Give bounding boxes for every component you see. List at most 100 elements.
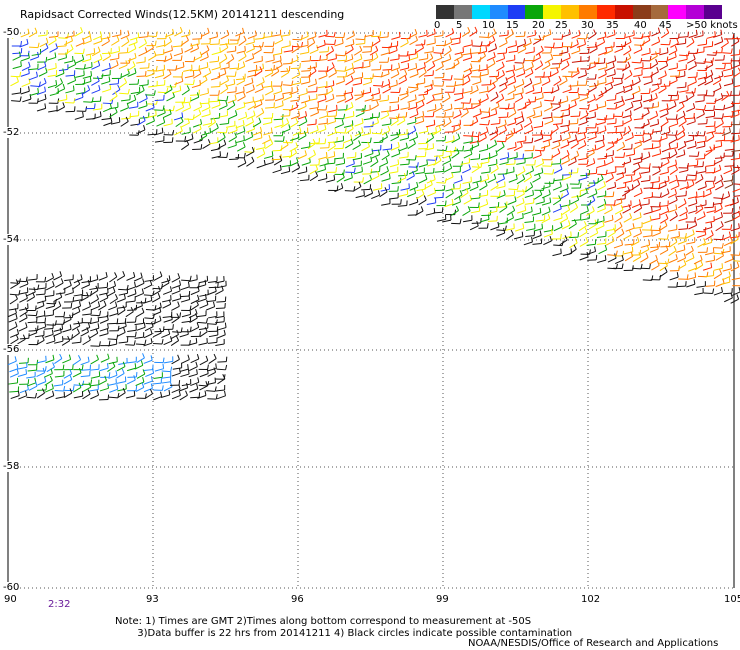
wind-barb [18, 322, 28, 332]
wind-barb [335, 76, 345, 85]
wind-barb [712, 47, 723, 54]
wind-barb [651, 36, 661, 46]
wind-barb [184, 70, 195, 79]
wind-barb [309, 159, 320, 166]
wind-barb [569, 179, 581, 185]
wind-barb [352, 140, 361, 151]
wind-barb [145, 305, 157, 311]
wind-barb [598, 69, 607, 79]
wind-barb [265, 55, 275, 63]
wind-barb [55, 391, 65, 399]
wind-barb [52, 327, 62, 337]
wind-barb [54, 353, 63, 365]
wind-barb [156, 107, 166, 117]
wind-barb [561, 52, 571, 62]
wind-barb [343, 134, 353, 144]
wind-barb [733, 183, 740, 185]
wind-barb [676, 149, 686, 158]
wind-barb [713, 234, 724, 241]
wind-barb [724, 198, 734, 207]
wind-barb [532, 101, 542, 110]
wind-barb [9, 363, 19, 373]
wind-barb [661, 143, 671, 153]
wind-barb [371, 31, 382, 38]
wind-barb [364, 148, 374, 158]
wind-barb [416, 62, 426, 71]
wind-barb [11, 96, 22, 102]
wind-barb [650, 201, 661, 208]
wind-barb [688, 198, 698, 207]
wind-barb [100, 340, 111, 347]
wind-barb [642, 71, 653, 78]
wind-barb [705, 167, 716, 174]
wind-barb [228, 132, 238, 143]
wind-barb [90, 341, 101, 347]
wind-barb [74, 27, 83, 37]
wind-barb [362, 156, 373, 165]
wind-barb [523, 137, 534, 144]
wind-barb [154, 49, 165, 56]
wind-barb [301, 95, 311, 104]
wind-barb [45, 281, 55, 291]
wind-barb [508, 152, 518, 160]
wind-barb [668, 148, 678, 159]
wind-barb [605, 173, 614, 183]
wind-barb [45, 272, 55, 283]
wind-barb [704, 247, 715, 256]
wind-barb [516, 174, 526, 185]
wind-barb [389, 192, 399, 200]
wind-barb [586, 41, 597, 49]
wind-barb [20, 68, 30, 77]
wind-barb [445, 183, 455, 192]
wind-barb [507, 85, 517, 95]
wind-barb [697, 238, 706, 248]
wind-barb [379, 158, 389, 168]
wind-barb [433, 81, 445, 87]
wind-barb [667, 100, 677, 111]
longitude-tick-label: 96 [291, 594, 304, 605]
wind-barb [63, 388, 73, 399]
wind-barb [208, 353, 217, 365]
wind-barb [697, 65, 708, 71]
wind-barb [643, 182, 654, 189]
wind-barb [490, 221, 500, 231]
wind-barb [418, 29, 428, 38]
wind-barb [597, 169, 608, 176]
wind-barb [343, 172, 353, 182]
wind-barb [451, 183, 462, 190]
wind-barb [469, 220, 479, 231]
wind-barb [463, 215, 473, 223]
wind-barb [197, 318, 209, 324]
wind-barb [506, 205, 516, 216]
wind-barb [289, 142, 299, 152]
wind-barb [219, 38, 230, 46]
wind-barb [577, 140, 587, 150]
wind-barb [579, 251, 589, 261]
wind-barb [515, 31, 526, 38]
latitude-tick-label: -52 [2, 127, 21, 138]
wind-barb [598, 244, 608, 255]
wind-barb [442, 54, 452, 63]
wind-barb [207, 367, 217, 377]
wind-barb [136, 71, 147, 77]
wind-barb [685, 229, 695, 239]
wind-barb [210, 112, 221, 120]
wind-barb [37, 30, 48, 37]
wind-barb [588, 82, 597, 93]
wind-barb [344, 93, 354, 103]
wind-barb [571, 56, 582, 63]
wind-barb [622, 110, 632, 119]
wind-barb [127, 385, 138, 392]
wind-barb [714, 36, 724, 46]
wind-barb [613, 240, 623, 249]
wind-barb [715, 118, 724, 129]
wind-barb [463, 131, 474, 137]
wind-barb [659, 167, 669, 175]
wind-barb [264, 41, 275, 47]
wind-barb [640, 240, 651, 248]
wind-barb [190, 377, 200, 387]
wind-barb [63, 364, 74, 371]
wind-barb [30, 81, 41, 87]
wind-barb [669, 272, 679, 281]
wind-barb [291, 69, 301, 80]
